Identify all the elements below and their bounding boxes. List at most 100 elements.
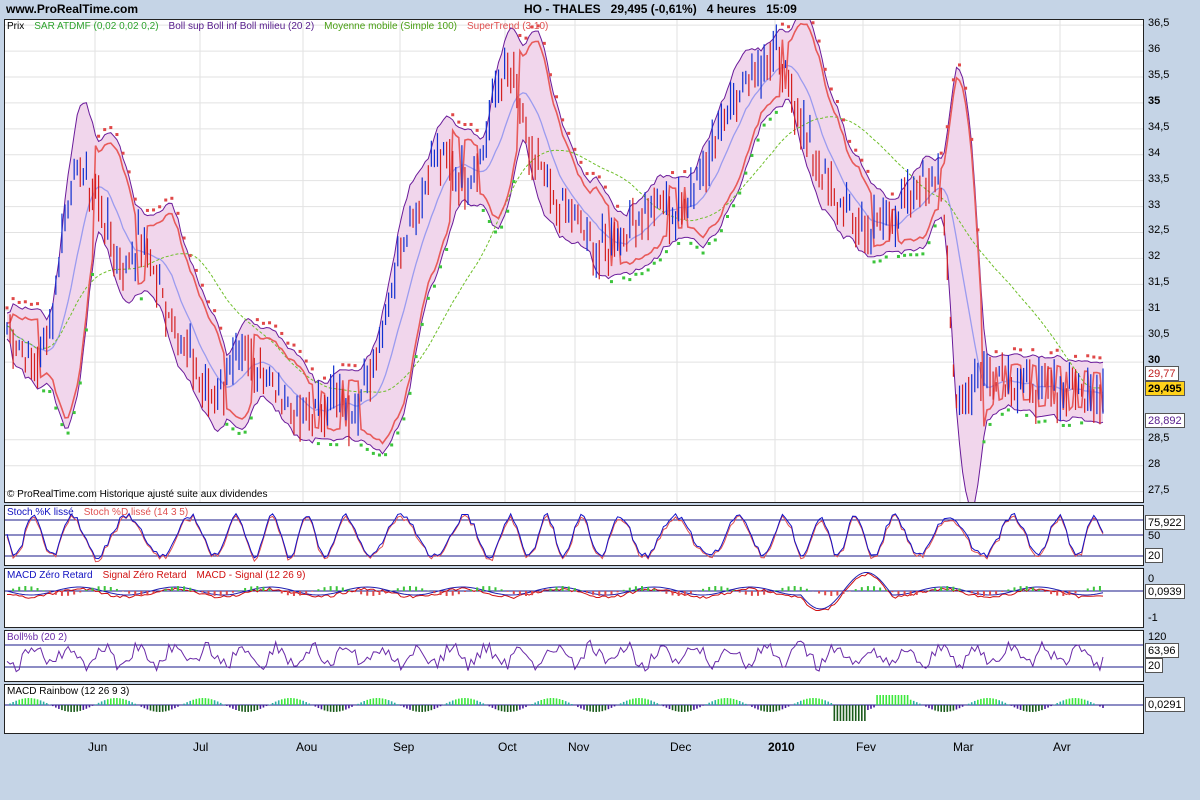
rainbow-bar [671,705,674,711]
rainbow-bar [961,705,964,707]
rainbow-bar [320,705,323,710]
macd-histogram-bar [842,591,845,594]
rainbow-bar [216,701,219,705]
rainbow-bar [390,701,393,705]
rainbow-bar [522,705,524,709]
rainbow-bar [632,698,634,705]
price-panel[interactable]: Prix SAR ATDMF (0,02 0,02 0,2) Boll sup Bo… [4,19,1144,503]
rainbow-bar [592,705,594,712]
macd-histogram-bar [763,591,766,595]
macd-histogram-bar [189,587,192,591]
price-chart[interactable] [5,20,1143,502]
rainbow-bar [448,701,451,705]
rainbow-bar [439,705,442,707]
macd-histogram-bar [213,591,216,596]
rainbow-bar [543,699,546,705]
rainbow-bar [598,705,601,712]
rainbow-bar [757,705,759,710]
rainbow-bar [989,698,991,705]
rainbow-bar [915,702,918,705]
rainbow-bar [1007,704,1010,705]
rainbow-bar [1077,698,1080,705]
rainbow-bar [503,705,506,712]
rainbow-bar [793,703,796,705]
rainbow-bar [458,698,460,705]
rainbow-bar [574,705,576,706]
site-name[interactable]: www.ProRealTime.com [6,2,138,16]
rainbow-bar [812,698,814,705]
macd-histogram-bar [60,591,63,596]
rainbow-bar [1035,705,1037,712]
rainbow-bar [628,699,631,705]
macd-histogram-bar [54,591,57,595]
top-bar: www.ProRealTime.com HO - THALES 29,495 (-… [0,0,1200,18]
signal-line [6,513,1104,563]
sar-dot [677,241,681,245]
rainbow-bar [644,698,646,705]
macd-histogram-bar [732,590,735,591]
macd-histogram-bar [292,591,295,596]
rainbow-bar [332,705,335,712]
sar-dot [316,442,320,446]
macd-histogram-bar [757,591,760,596]
rainbow-bar [909,699,912,705]
sar-dot [591,171,595,175]
rainbow-bar [131,702,133,705]
rainbow-bar [238,705,240,711]
rainbow-bar [73,705,75,712]
rainbow-bar [287,698,289,705]
rainbow-bar [152,705,155,712]
rainbow-chart[interactable] [5,685,1143,733]
macd-histogram-bar [537,591,540,594]
sar-dot [933,224,937,228]
macd-histogram-bar [921,591,924,593]
rainbow-bar [1025,705,1028,712]
rainbow-bar [534,702,536,705]
rainbow-bar [857,705,860,721]
sar-dot [206,300,210,304]
rainbow-bar [290,698,292,705]
rainbow-bar [55,705,57,708]
rainbow-bar [726,698,729,705]
price-tick: 28 [1148,457,1161,470]
sar-dot [616,204,620,208]
bollb-panel[interactable]: Boll%b (20 2) [4,630,1144,682]
rainbow-bar [766,705,768,712]
sar-dot [377,453,381,457]
macd-histogram-bar [561,586,564,591]
rainbow-bar [329,705,332,712]
rainbow-bar [1010,705,1013,706]
sar-dot [622,276,626,280]
rainbow-bar [158,705,161,712]
macd-histogram-bar [885,589,888,591]
rainbow-bar [665,705,668,708]
rainbow-bar [204,698,207,705]
rainbow-bar [51,705,54,707]
stoch-tick-50: 50 [1148,530,1161,542]
rainbow-bar [122,698,124,705]
rainbow-bar [741,702,744,705]
rainbow-bar [85,705,88,709]
sar-dot [750,153,754,157]
price-legend-item: Boll sup Boll inf Boll milieu (20 2) [168,21,315,32]
rainbow-bar [769,705,772,712]
bollb-chart[interactable] [5,631,1143,681]
sar-dot [964,86,968,90]
macd-histogram-bar [689,591,692,594]
stoch-panel[interactable]: Stoch %K lissé Stoch %D lissé (14 3 5) [4,505,1144,566]
sar-dot [884,255,888,259]
sar-dot [524,36,528,40]
rainbow-panel[interactable]: MACD Rainbow (12 26 9 3) [4,684,1144,734]
macd-histogram-bar [531,591,534,596]
rainbow-bar [308,703,311,705]
rainbow-bar [952,705,955,711]
rainbow-bar [1038,705,1040,712]
rainbow-bar [128,700,130,705]
rainbow-bar [226,705,228,706]
stoch-legend: Stoch %K lissé Stoch %D lissé (14 3 5) [7,507,198,518]
macd-panel[interactable]: MACD Zéro Retard Signal Zéro Retard MACD -… [4,568,1144,628]
sar-dot [842,118,846,122]
sar-dot [97,134,101,138]
sar-dot [738,191,742,195]
rainbow-bar [1086,700,1089,705]
